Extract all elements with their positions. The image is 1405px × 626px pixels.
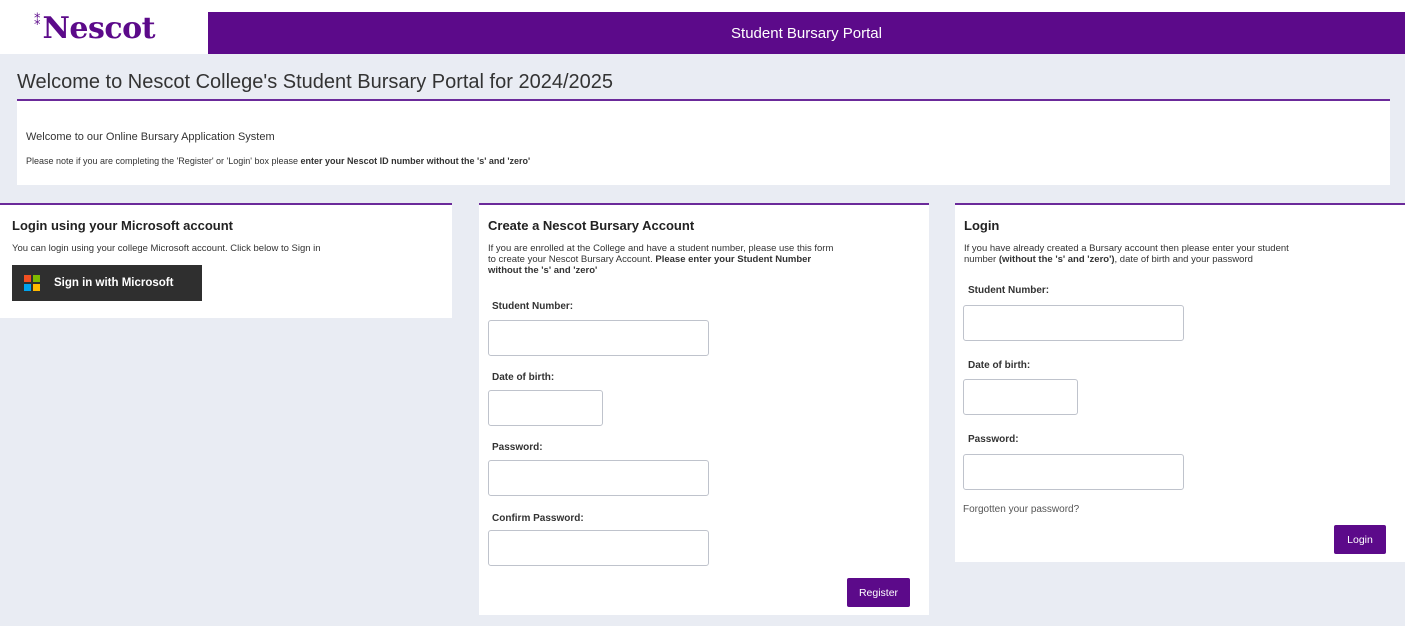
login-desc-line1: If you have already created a Bursary ac… (964, 243, 1289, 254)
notice-intro: Welcome to our Online Bursary Applicatio… (26, 131, 275, 143)
notice-instructions-bold: enter your Nescot ID number without the … (300, 156, 531, 166)
register-password-label: Password: (492, 442, 543, 453)
register-student-number-input[interactable] (488, 320, 709, 356)
create-account-card: Create a Nescot Bursary Account If you a… (479, 203, 929, 615)
logo-text: Nescot (42, 11, 156, 46)
create-account-title: Create a Nescot Bursary Account (488, 218, 695, 233)
register-student-number-label: Student Number: (492, 301, 574, 312)
microsoft-logo-icon (24, 275, 40, 291)
register-button[interactable]: Register (847, 578, 910, 607)
register-dob-input[interactable] (488, 390, 603, 426)
login-description: If you have already created a Bursary ac… (964, 243, 1389, 265)
welcome-notice: Welcome to our Online Bursary Applicatio… (17, 101, 1390, 185)
login-title: Login (964, 218, 1000, 233)
login-student-number-label: Student Number: (968, 285, 1050, 296)
notice-instructions-text: Please note if you are completing the 'R… (26, 156, 301, 166)
register-password-input[interactable] (488, 460, 709, 496)
sign-in-with-microsoft-label: Sign in with Microsoft (54, 277, 174, 289)
login-desc-bold: (without the 's' and 'zero') (998, 254, 1115, 265)
login-dob-label: Date of birth: (968, 360, 1031, 371)
top-header: ⁑ Nescot Student Bursary Portal (0, 0, 1405, 54)
microsoft-login-card: Login using your Microsoft account You c… (0, 203, 452, 318)
portal-banner-title: Student Bursary Portal (731, 24, 882, 42)
forgot-password-link[interactable]: Forgotten your password? (963, 504, 1079, 515)
nescot-sparkle-icon: ⁑ (34, 14, 41, 29)
create-account-description: If you are enrolled at the College and h… (488, 243, 908, 276)
nescot-logo[interactable]: ⁑ Nescot (34, 11, 156, 50)
login-password-input[interactable] (963, 454, 1184, 490)
register-confirm-password-label: Confirm Password: (492, 513, 584, 524)
login-student-number-input[interactable] (963, 305, 1184, 341)
login-desc-line2-suffix: , date of birth and your password (1114, 254, 1253, 265)
register-dob-label: Date of birth: (492, 372, 555, 383)
register-confirm-password-input[interactable] (488, 530, 709, 566)
portal-banner: Student Bursary Portal (208, 12, 1405, 54)
notice-instructions: Please note if you are completing the 'R… (26, 156, 530, 166)
create-account-desc-line1: If you are enrolled at the College and h… (488, 243, 834, 254)
login-button[interactable]: Login (1334, 525, 1386, 554)
login-password-label: Password: (968, 434, 1019, 445)
create-account-desc-line3: without the 's' and 'zero' (488, 265, 598, 276)
login-card: Login If you have already created a Burs… (955, 203, 1405, 562)
microsoft-card-title: Login using your Microsoft account (12, 218, 233, 233)
create-account-desc-bold: Please enter your Student Number (655, 254, 812, 265)
page-title: Welcome to Nescot College's Student Burs… (17, 71, 613, 93)
login-desc-line2-prefix: number (964, 254, 999, 265)
sign-in-with-microsoft-button[interactable]: Sign in with Microsoft (12, 265, 202, 301)
login-dob-input[interactable] (963, 379, 1078, 415)
microsoft-card-description: You can login using your college Microso… (12, 243, 321, 254)
create-account-desc-line2: to create your Nescot Bursary Account. (488, 254, 656, 265)
